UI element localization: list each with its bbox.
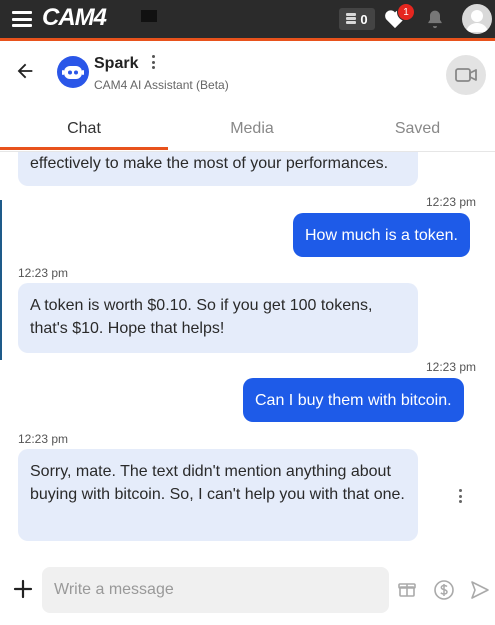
window-edge [0,200,2,360]
message-timestamp: 12:23 pm [426,195,477,209]
back-arrow-icon[interactable] [14,60,36,87]
message-timestamp: 12:23 pm [18,432,69,446]
message-timestamp: 12:23 pm [426,360,477,374]
message-text: Sorry, mate. The text didn't mention any… [30,463,405,503]
more-vertical-icon[interactable] [152,55,156,69]
user-avatar-icon[interactable] [462,4,492,34]
send-icon[interactable] [470,580,490,605]
menu-icon[interactable] [12,11,32,27]
flag-icon [141,10,157,22]
tab-chat[interactable]: Chat [0,107,168,151]
dollar-icon[interactable] [433,579,455,606]
notification-badge: 1 [397,3,415,21]
token-count: 0 [360,11,368,27]
gift-icon[interactable] [398,580,416,603]
message-timestamp: 12:23 pm [18,266,69,280]
message-text: How much is a token. [305,226,458,244]
video-call-button[interactable] [446,55,486,95]
active-tab-indicator [0,147,168,150]
message-list[interactable]: effectively to make the most of your per… [0,152,495,557]
bell-icon[interactable] [425,9,445,34]
message-text: A token is worth $0.10. So if you get 10… [30,297,373,337]
tab-saved[interactable]: Saved [340,107,495,151]
robot-icon [57,56,89,88]
chat-tabs: Chat Media Saved [0,107,495,152]
assistant-subtitle: CAM4 AI Assistant (Beta) [94,78,229,92]
bot-message-bubble: effectively to make the most of your per… [18,152,418,186]
token-balance-button[interactable]: 0 [339,8,375,30]
message-options-icon[interactable] [459,489,463,503]
chat-header: Spark CAM4 AI Assistant (Beta) [0,41,495,107]
bot-message-bubble: Sorry, mate. The text didn't mention any… [18,449,418,541]
tab-media[interactable]: Media [168,107,336,151]
message-input[interactable] [42,567,389,613]
plus-icon[interactable] [12,578,34,600]
message-text: Can I buy them with bitcoin. [255,391,452,409]
message-text: effectively to make the most of your per… [30,155,389,172]
message-composer [0,557,495,625]
token-icon [346,12,357,26]
bot-message-bubble: A token is worth $0.10. So if you get 10… [18,283,418,353]
top-navigation-bar: CAM4 0 1 [0,0,495,41]
video-camera-icon [455,68,477,82]
user-message-bubble: Can I buy them with bitcoin. [243,378,464,422]
cam4-logo[interactable]: CAM4 [42,4,107,32]
assistant-name: Spark [94,55,139,72]
user-message-bubble: How much is a token. [293,213,470,257]
